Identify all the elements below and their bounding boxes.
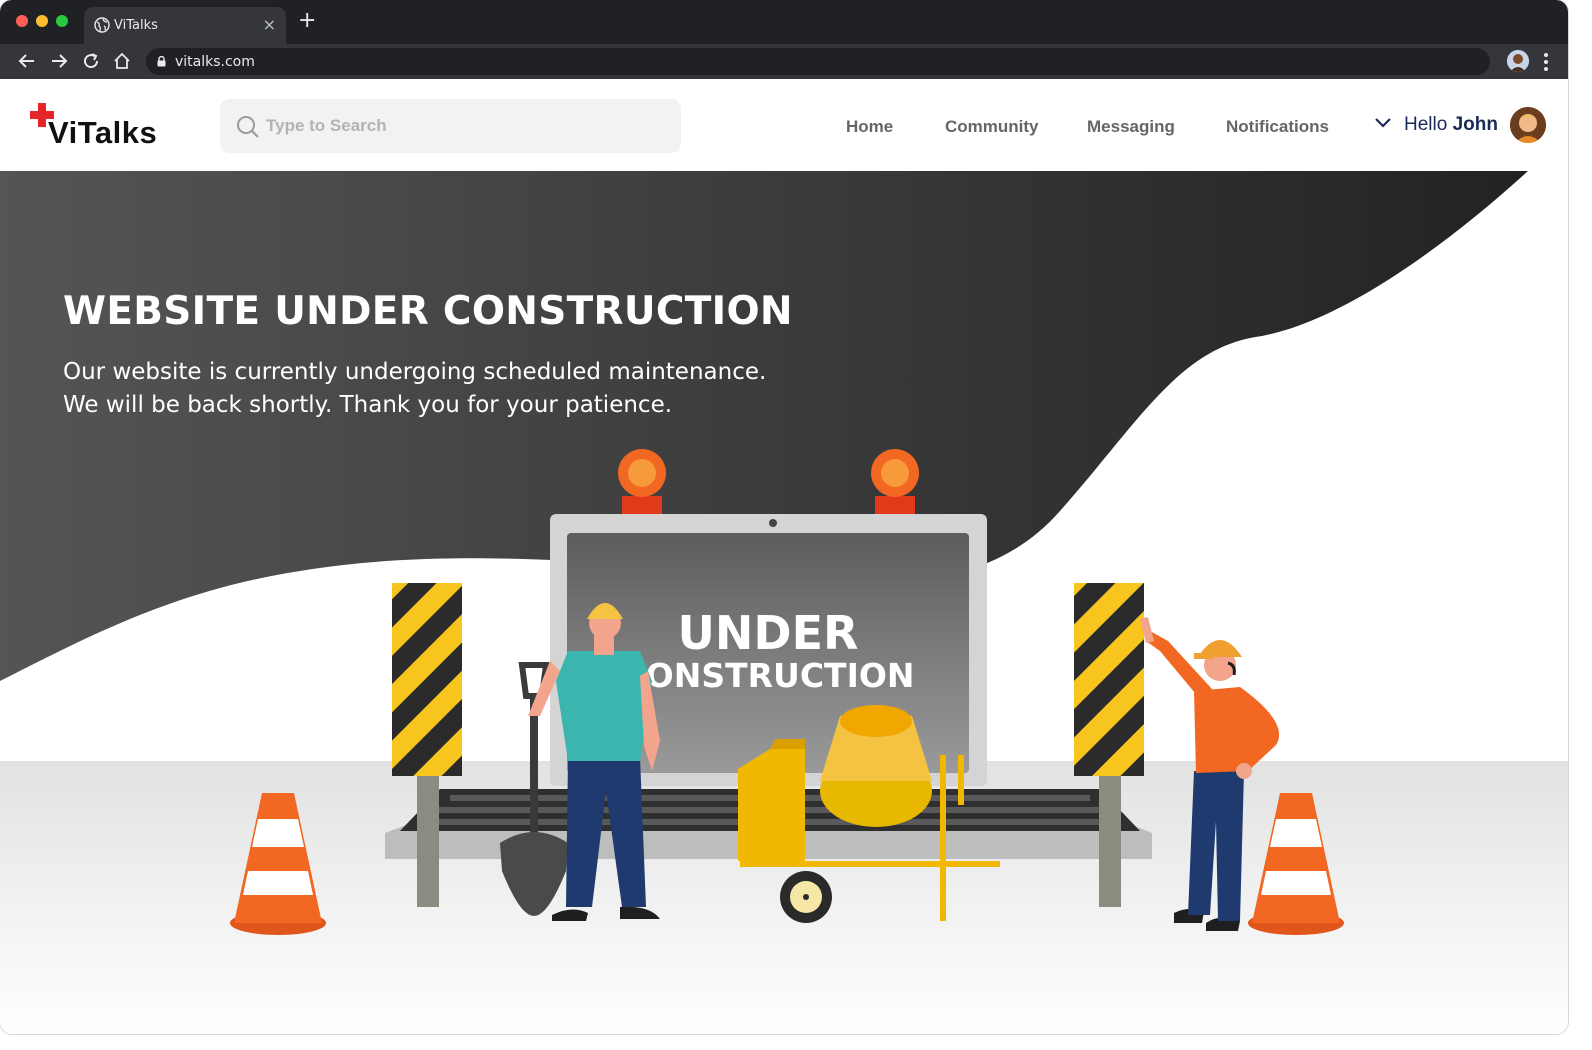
nav-notifications[interactable]: Notifications: [1226, 117, 1329, 137]
nav-messaging[interactable]: Messaging: [1087, 117, 1175, 137]
traffic-cone-left: [230, 793, 326, 935]
browser-tab[interactable]: ViTalks ×: [84, 7, 286, 44]
screen-text-construction: CONSTRUCTION: [621, 656, 914, 695]
traffic-cone-right: [1248, 793, 1344, 935]
maximize-window-button[interactable]: [56, 15, 68, 27]
home-icon[interactable]: [113, 52, 131, 70]
close-window-button[interactable]: [16, 15, 28, 27]
construction-illustration: UNDER CONSTRUCTION: [230, 449, 1344, 935]
user-name: John: [1452, 114, 1498, 135]
chevron-down-icon[interactable]: [1374, 116, 1392, 130]
browser-window: ViTalks × + vitalks.com ViTalks Type to …: [0, 0, 1568, 1034]
warning-light-right: [871, 449, 919, 514]
site-header: ViTalks Home Community Messaging Notific…: [0, 79, 1568, 171]
search-icon: [237, 116, 259, 138]
logo-text: ViTalks: [48, 115, 158, 150]
browser-toolbar: vitalks.com: [0, 44, 1568, 79]
browser-titlebar: ViTalks × +: [0, 0, 1568, 44]
user-greeting: Hello John: [1404, 114, 1498, 136]
minimize-window-button[interactable]: [36, 15, 48, 27]
close-icon[interactable]: ×: [263, 15, 276, 34]
reload-icon[interactable]: [82, 52, 100, 70]
forward-arrow-icon[interactable]: [50, 52, 68, 70]
url-text: vitalks.com: [175, 54, 255, 70]
address-bar[interactable]: vitalks.com: [146, 48, 1490, 75]
kebab-menu-icon[interactable]: [1541, 52, 1551, 72]
lock-icon: [157, 56, 166, 67]
greeting-text: Hello: [1404, 114, 1448, 135]
construction-worker-2: [1140, 617, 1280, 931]
profile-icon[interactable]: [1507, 50, 1529, 72]
search-input[interactable]: [266, 113, 646, 139]
back-arrow-icon[interactable]: [18, 52, 36, 70]
globe-icon: [94, 17, 110, 33]
user-menu[interactable]: Hello John: [1374, 107, 1554, 147]
site-logo[interactable]: ViTalks: [28, 101, 178, 153]
screen-text-under: UNDER: [678, 606, 859, 660]
nav-home[interactable]: Home: [846, 117, 893, 137]
avatar[interactable]: [1510, 107, 1546, 143]
nav-community[interactable]: Community: [945, 117, 1039, 137]
tab-title: ViTalks: [114, 18, 158, 33]
hero-section: WEBSITE UNDER CONSTRUCTION Our website i…: [0, 171, 1568, 1034]
search-box[interactable]: [220, 99, 681, 153]
warning-light-left: [618, 449, 666, 514]
plus-icon[interactable]: +: [298, 10, 316, 32]
